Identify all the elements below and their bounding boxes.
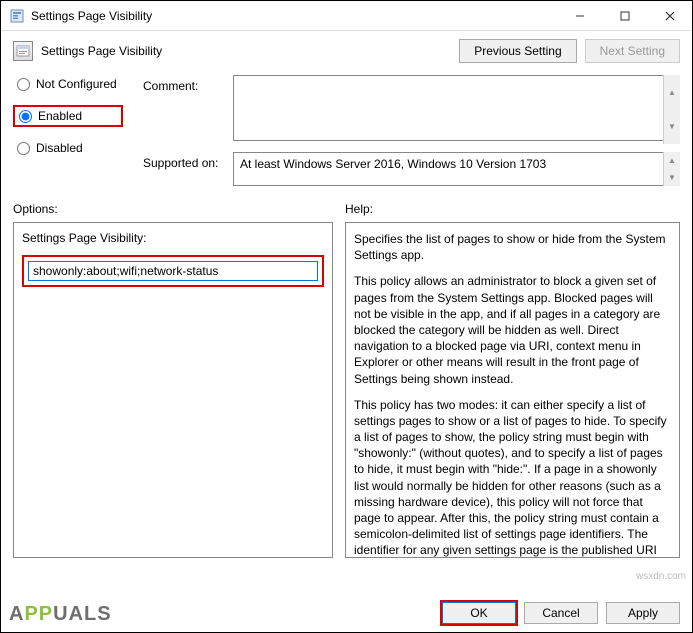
maximize-button[interactable] [602,1,647,30]
next-setting-button[interactable]: Next Setting [585,39,680,63]
watermark-pp: PP [24,603,53,625]
ok-button[interactable]: OK [442,602,516,624]
supported-value: At least Windows Server 2016, Windows 10… [240,157,546,171]
options-input[interactable] [28,261,318,281]
lower-panels: Options: Settings Page Visibility: Help:… [1,194,692,558]
watermark-uals: UALS [53,603,111,625]
close-button[interactable] [647,1,692,30]
radio-enabled-label: Enabled [38,109,82,123]
previous-setting-button[interactable]: Previous Setting [459,39,576,63]
help-section-label: Help: [345,202,680,216]
comment-textarea[interactable] [233,75,680,141]
supported-scroll: ▲ ▼ [663,152,680,186]
radio-disabled[interactable]: Disabled [13,139,123,157]
watermark-a: A [9,603,24,625]
comment-scroll: ▲ ▼ [663,75,680,144]
help-paragraph: This policy allows an administrator to b… [354,273,671,386]
radio-disabled-input[interactable] [17,142,30,155]
upper-content: Not Configured Enabled Disabled Comment:… [1,71,692,194]
comment-label: Comment: [143,75,233,144]
policy-icon [13,41,33,61]
app-icon [9,8,25,24]
radio-enabled-input[interactable] [19,110,32,123]
help-panel[interactable]: Specifies the list of pages to show or h… [345,222,680,558]
scroll-down-icon[interactable]: ▼ [663,169,680,186]
header-row: Settings Page Visibility Previous Settin… [1,31,692,71]
window-controls [557,1,692,30]
window-title: Settings Page Visibility [31,9,152,23]
help-paragraph: This policy has two modes: it can either… [354,397,671,558]
titlebar: Settings Page Visibility [1,1,692,31]
options-panel: Settings Page Visibility: [13,222,333,558]
attribution-text: wsxdn.com [636,571,686,582]
minimize-button[interactable] [557,1,602,30]
header-title: Settings Page Visibility [41,44,162,58]
supported-box: At least Windows Server 2016, Windows 10… [233,152,680,186]
help-paragraph: Specifies the list of pages to show or h… [354,231,671,263]
supported-label: Supported on: [143,152,233,186]
scroll-down-icon[interactable]: ▼ [663,110,680,145]
radio-disabled-label: Disabled [36,141,83,155]
radio-enabled[interactable]: Enabled [13,105,123,127]
radio-not-configured[interactable]: Not Configured [13,75,123,93]
scroll-up-icon[interactable]: ▲ [663,75,680,110]
state-radio-group: Not Configured Enabled Disabled [13,75,123,194]
footer-buttons: OK Cancel Apply [442,602,680,624]
cancel-button[interactable]: Cancel [524,602,598,624]
scroll-up-icon[interactable]: ▲ [663,152,680,169]
radio-not-configured-label: Not Configured [36,77,117,91]
apply-button[interactable]: Apply [606,602,680,624]
radio-not-configured-input[interactable] [17,78,30,91]
options-section-label: Options: [13,202,333,216]
options-field-label: Settings Page Visibility: [22,231,324,245]
watermark-logo: APPUALS [9,603,112,626]
